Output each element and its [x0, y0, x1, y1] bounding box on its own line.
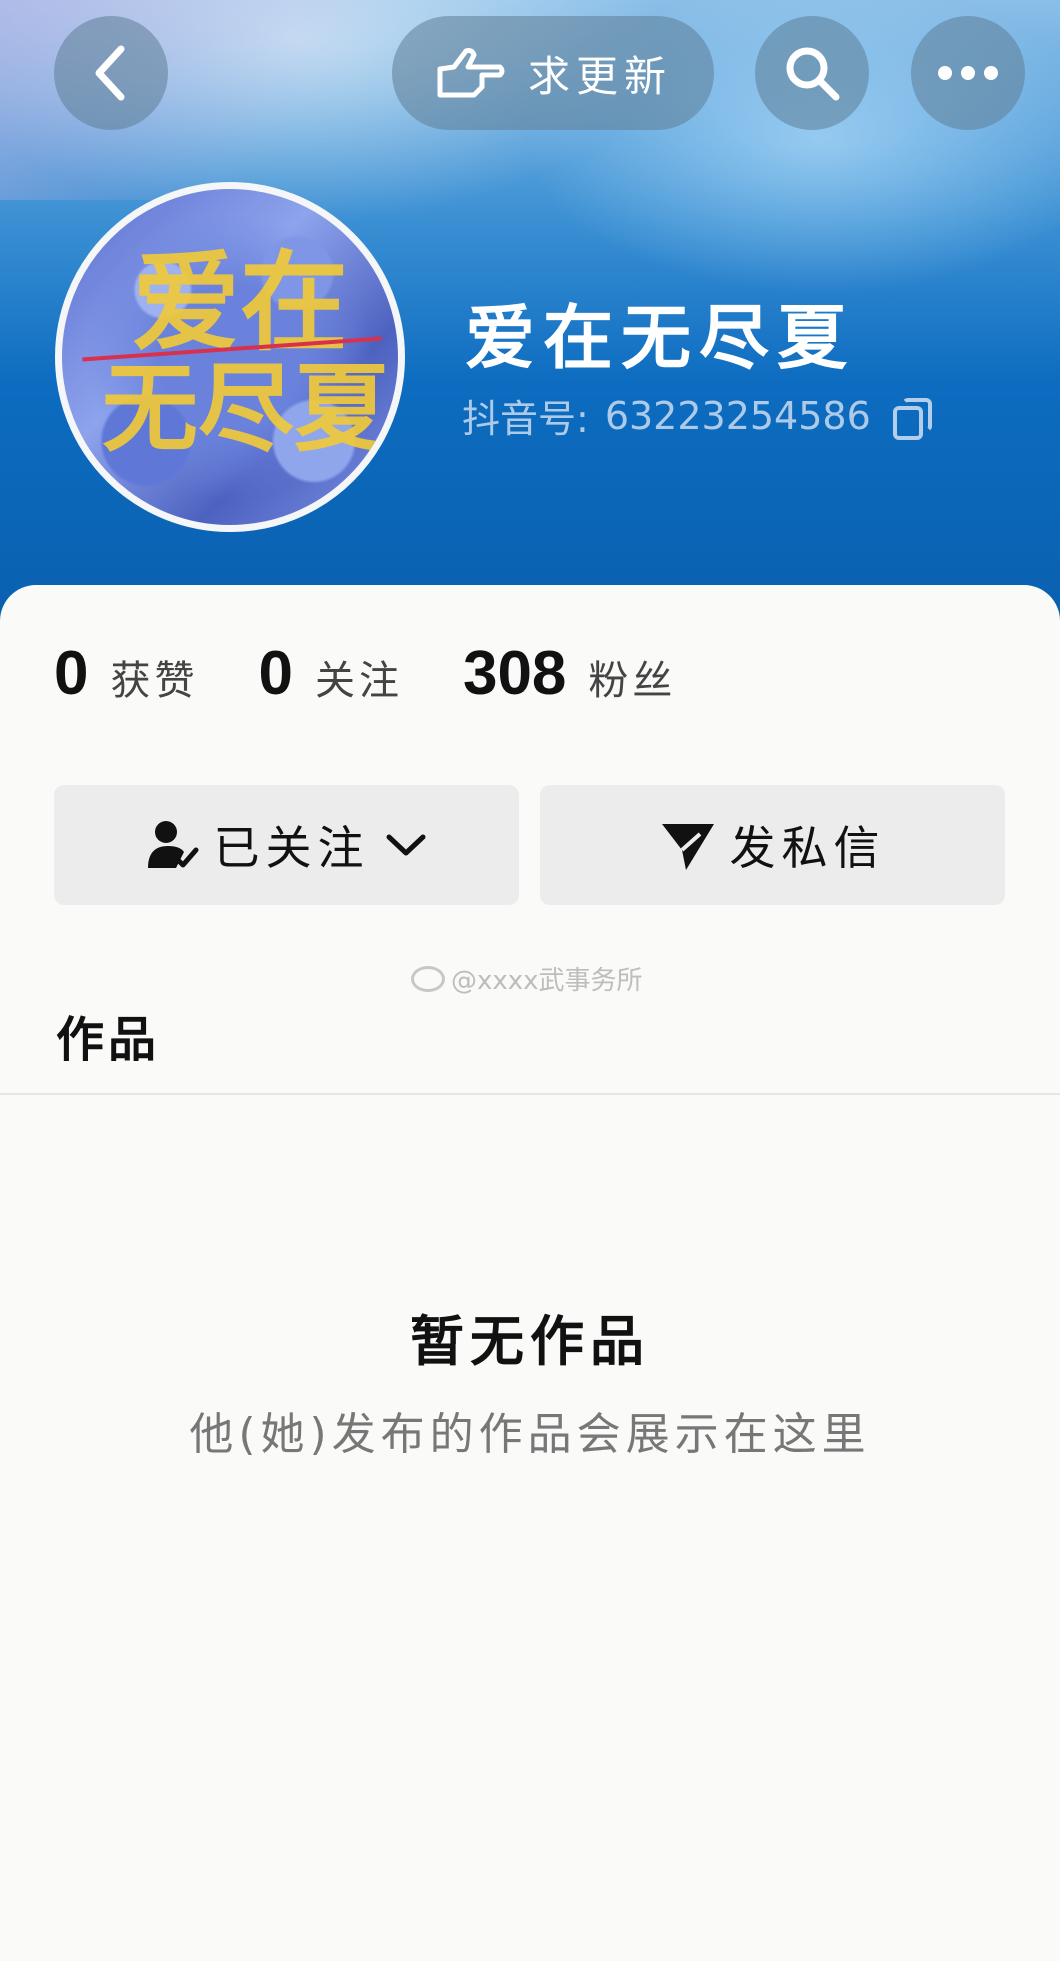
send-icon [661, 824, 714, 870]
send-message-label: 发私信 [729, 821, 886, 875]
user-id-label: 抖音号: [462, 397, 589, 441]
username: 爱在无尽夏 [465, 297, 855, 379]
empty-state-subtitle: 他(她)发布的作品会展示在这里 [189, 1409, 871, 1460]
profile-header: 求更新 爱在 无尽夏 爱在无尽夏 抖音号: 63223254586 [0, 0, 1060, 640]
tab-works[interactable]: 作品 [56, 1000, 160, 1070]
back-button[interactable] [54, 16, 168, 130]
stat-following[interactable]: 0 关注 [258, 638, 402, 709]
avatar[interactable]: 爱在 无尽夏 [55, 182, 405, 532]
stat-following-value: 0 [258, 639, 293, 708]
hand-pointer-icon [437, 48, 505, 98]
copy-icon[interactable] [891, 397, 932, 440]
followed-label: 已关注 [213, 821, 370, 875]
back-icon [95, 45, 125, 101]
stat-likes-value: 0 [54, 639, 89, 708]
stat-followers-label: 粉丝 [588, 658, 677, 704]
stat-following-label: 关注 [314, 658, 403, 704]
stat-followers-value: 308 [462, 639, 567, 708]
user-id-row: 抖音号: 63223254586 [462, 388, 932, 443]
empty-state-title: 暂无作品 [410, 1310, 650, 1373]
weibo-icon [411, 965, 445, 992]
request-update-label: 求更新 [527, 51, 672, 101]
search-button[interactable] [755, 16, 869, 130]
more-icon [938, 66, 998, 80]
stat-likes[interactable]: 0 获赞 [54, 638, 198, 709]
more-button[interactable] [911, 16, 1025, 130]
chevron-down-icon [386, 834, 425, 856]
user-check-icon [147, 821, 198, 868]
watermark: @xxxx武事务所 [411, 960, 643, 997]
request-update-button[interactable]: 求更新 [392, 16, 714, 130]
stat-likes-label: 获赞 [110, 658, 199, 704]
search-icon [786, 47, 840, 101]
tab-divider [0, 1093, 1060, 1095]
stats-row: 0 获赞 0 关注 308 粉丝 [54, 638, 736, 709]
followed-button[interactable]: 已关注 [54, 785, 519, 905]
stat-followers[interactable]: 308 粉丝 [463, 638, 676, 709]
avatar-text-line2: 无尽夏 [102, 352, 390, 465]
send-message-button[interactable]: 发私信 [540, 785, 1005, 905]
watermark-text: @xxxx武事务所 [451, 966, 643, 996]
user-id-value: 63223254586 [604, 393, 871, 438]
